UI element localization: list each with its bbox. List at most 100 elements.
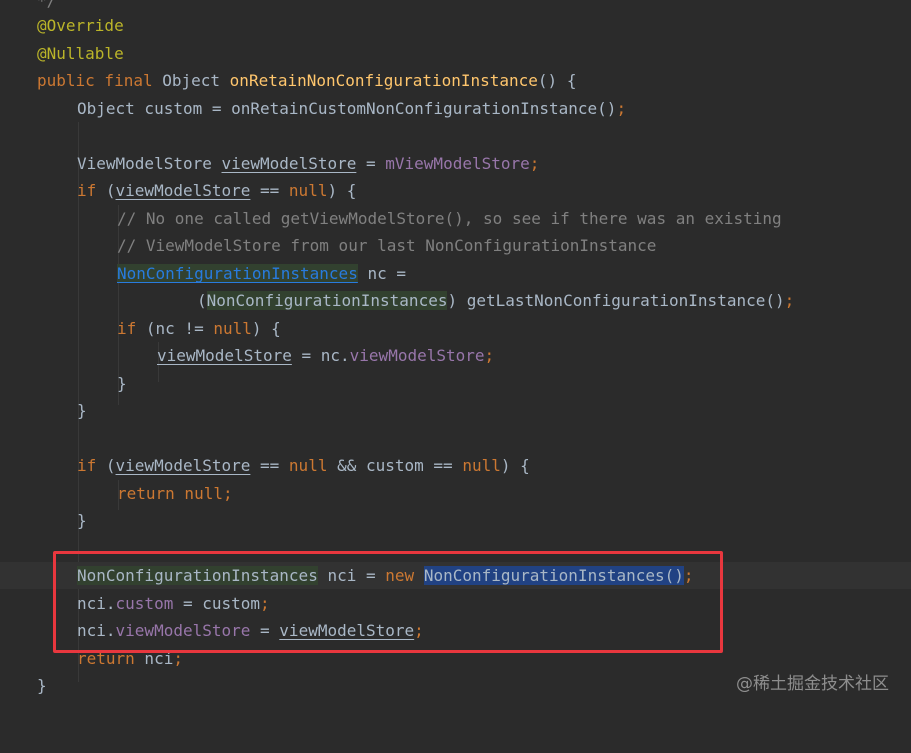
code-line[interactable]: NonConfigurationInstances nc = bbox=[0, 260, 911, 287]
code-token: ) { bbox=[500, 456, 530, 475]
local-variable: viewModelStore bbox=[157, 346, 292, 365]
cast-type: NonConfigurationInstances bbox=[206, 291, 448, 310]
if-statement: if (viewModelStore == null && custom == … bbox=[77, 452, 530, 479]
code-token: (nc != bbox=[136, 319, 214, 338]
code-token: = custom bbox=[173, 594, 261, 613]
method-call: onRetainCustomNonConfigurationInstance bbox=[231, 99, 598, 118]
closing-brace: } bbox=[37, 676, 47, 695]
code-token: ) { bbox=[327, 181, 357, 200]
nullable-annotation: @Nullable bbox=[37, 44, 124, 63]
if-statement: if (nc != null) { bbox=[117, 315, 281, 342]
nci-declaration: NonConfigurationInstances nci = new NonC… bbox=[77, 562, 694, 589]
if-keyword: if bbox=[77, 181, 97, 200]
semicolon: ; bbox=[173, 649, 183, 668]
code-line[interactable]: (NonConfigurationInstances) getLastNonCo… bbox=[0, 287, 911, 314]
code-token: = bbox=[356, 154, 386, 173]
semicolon: ; bbox=[222, 484, 233, 503]
code-token: && custom == bbox=[327, 456, 463, 475]
code-line[interactable]: viewModelStore = nc.viewModelStore; bbox=[0, 342, 911, 369]
code-token: ) { bbox=[251, 319, 281, 338]
code-line[interactable]: public final Object onRetainNonConfigura… bbox=[0, 67, 911, 94]
code-line[interactable]: // No one called getViewModelStore(), so… bbox=[0, 205, 911, 232]
field-reference: custom bbox=[115, 594, 174, 613]
if-keyword: if bbox=[77, 456, 97, 475]
custom-declaration: Object custom = onRetainCustomNonConfigu… bbox=[77, 95, 626, 122]
semicolon: ; bbox=[616, 99, 627, 118]
null-keyword: null bbox=[462, 456, 501, 475]
method-name: onRetainNonConfigurationInstance bbox=[229, 71, 538, 90]
cast-expression: (NonConfigurationInstances) getLastNonCo… bbox=[197, 287, 794, 314]
code-line[interactable]: return null; bbox=[0, 480, 911, 507]
code-token: () bbox=[664, 566, 684, 585]
return-type: Object bbox=[162, 71, 221, 90]
local-variable: viewModelStore bbox=[221, 154, 357, 173]
code-token: nci. bbox=[77, 621, 116, 640]
line-comment: // ViewModelStore from our last NonConfi… bbox=[117, 236, 657, 255]
semicolon: ; bbox=[484, 346, 495, 365]
code-line-current[interactable]: NonConfigurationInstances nci = new NonC… bbox=[0, 562, 911, 589]
modifier-keywords: public final bbox=[37, 71, 153, 90]
constructor-selection[interactable]: NonConfigurationInstances bbox=[423, 566, 665, 585]
if-keyword: if bbox=[117, 319, 137, 338]
code-line[interactable]: if (viewModelStore == null) { bbox=[0, 177, 911, 204]
null-keyword: null bbox=[213, 319, 252, 338]
new-keyword: new bbox=[385, 566, 415, 585]
return-null-keywords: return null bbox=[117, 484, 223, 503]
code-line[interactable]: nci.viewModelStore = viewModelStore; bbox=[0, 617, 911, 644]
code-line[interactable]: return nci; bbox=[0, 645, 911, 672]
code-line[interactable]: // ViewModelStore from our last NonConfi… bbox=[0, 232, 911, 259]
code-token: nc = bbox=[357, 264, 406, 283]
code-line[interactable]: Object custom = onRetainCustomNonConfigu… bbox=[0, 95, 911, 122]
return-statement: return null; bbox=[117, 480, 233, 507]
code-line[interactable]: } bbox=[0, 397, 911, 424]
local-variable: viewModelStore bbox=[115, 456, 251, 475]
semicolon: ; bbox=[529, 154, 540, 173]
null-keyword: null bbox=[288, 181, 328, 200]
code-token: ViewModelStore bbox=[77, 154, 222, 173]
semicolon: ; bbox=[414, 621, 424, 640]
viewmodelstore-assignment: nci.viewModelStore = viewModelStore; bbox=[77, 617, 424, 644]
code-token: ( bbox=[96, 456, 116, 475]
field-reference: viewModelStore bbox=[349, 346, 485, 365]
code-token: ) getLastNonConfigurationInstance() bbox=[447, 291, 785, 310]
code-token: nci bbox=[134, 649, 174, 668]
closing-brace: } bbox=[77, 511, 87, 530]
code-line[interactable]: @Nullable bbox=[0, 40, 911, 67]
class-type: NonConfigurationInstances bbox=[77, 566, 318, 585]
code-token: Object custom = bbox=[77, 99, 232, 118]
method-signature: public final Object onRetainNonConfigura… bbox=[37, 67, 576, 94]
null-keyword: null bbox=[288, 456, 328, 475]
local-variable: viewModelStore bbox=[279, 621, 415, 640]
watermark: @稀土掘金技术社区 bbox=[736, 674, 889, 694]
code-editor[interactable]: */ @Override @Nullable public final Obje… bbox=[0, 0, 911, 714]
code-token: = bbox=[250, 621, 280, 640]
code-token: == bbox=[250, 456, 289, 475]
code-token: ( bbox=[96, 181, 116, 200]
closing-brace: } bbox=[117, 374, 127, 393]
semicolon: ; bbox=[683, 566, 694, 585]
field-reference: viewModelStore bbox=[115, 621, 251, 640]
code-token: ( bbox=[197, 291, 207, 310]
closing-brace: } bbox=[77, 401, 87, 420]
code-line[interactable]: } bbox=[0, 507, 911, 534]
code-line[interactable]: @Override bbox=[0, 12, 911, 39]
nc-declaration: NonConfigurationInstances nc = bbox=[117, 260, 406, 287]
class-link[interactable]: NonConfigurationInstances bbox=[117, 264, 358, 283]
code-line[interactable]: if (nc != null) { bbox=[0, 315, 911, 342]
code-line[interactable]: if (viewModelStore == null && custom == … bbox=[0, 452, 911, 479]
code-line[interactable]: } bbox=[0, 370, 911, 397]
if-statement: if (viewModelStore == null) { bbox=[77, 177, 356, 204]
return-statement: return nci; bbox=[77, 645, 183, 672]
code-line[interactable]: ViewModelStore viewModelStore = mViewMod… bbox=[0, 150, 911, 177]
override-annotation: @Override bbox=[37, 16, 124, 35]
code-token: () bbox=[597, 99, 617, 118]
code-line[interactable]: nci.custom = custom; bbox=[0, 590, 911, 617]
local-variable: viewModelStore bbox=[115, 181, 251, 200]
assignment: viewModelStore = nc.viewModelStore; bbox=[157, 342, 494, 369]
semicolon: ; bbox=[260, 594, 270, 613]
method-params: () { bbox=[537, 71, 577, 90]
semicolon: ; bbox=[784, 291, 795, 310]
code-token: = nc. bbox=[291, 346, 350, 365]
code-token: nci = bbox=[317, 566, 386, 585]
